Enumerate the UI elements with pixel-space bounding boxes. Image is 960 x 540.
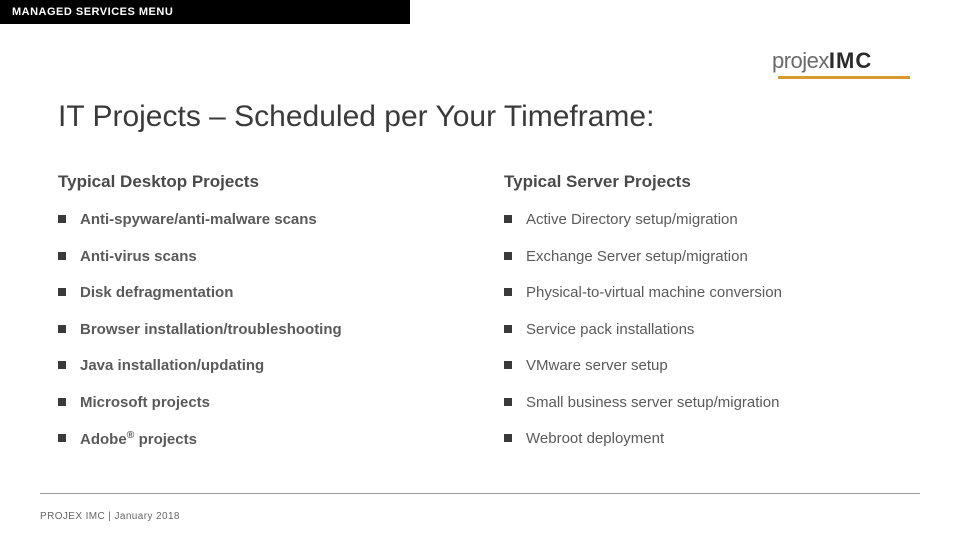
menu-label: MANAGED SERVICES MENU [12,6,173,18]
logo: projexIMC [772,48,910,79]
column-desktop: Typical Desktop Projects Anti-spyware/an… [58,172,464,467]
list-item: Disk defragmentation [58,283,464,303]
list-item: Service pack installations [504,320,910,340]
list-item: Exchange Server setup/migration [504,247,910,267]
list-item: Active Directory setup/migration [504,210,910,230]
list-item: Anti-virus scans [58,247,464,267]
list-item: Adobe® projects [58,429,464,450]
logo-part1: projex [772,48,829,73]
logo-part2: IMC [829,48,872,73]
list-item: Microsoft projects [58,393,464,413]
menu-bar: MANAGED SERVICES MENU [0,0,410,24]
column-server-heading: Typical Server Projects [504,172,910,192]
list-item: Browser installation/troubleshooting [58,320,464,340]
column-desktop-heading: Typical Desktop Projects [58,172,464,192]
desktop-list: Anti-spyware/anti-malware scans Anti-vir… [58,210,464,450]
logo-accent [778,76,910,79]
list-item: VMware server setup [504,356,910,376]
list-item: Webroot deployment [504,429,910,449]
list-item: Anti-spyware/anti-malware scans [58,210,464,230]
page-title: IT Projects – Scheduled per Your Timefra… [58,100,654,134]
server-list: Active Directory setup/migration Exchang… [504,210,910,449]
column-server: Typical Server Projects Active Directory… [504,172,910,467]
list-item: Small business server setup/migration [504,393,910,413]
footer-divider [40,493,920,494]
list-item: Java installation/updating [58,356,464,376]
list-item: Physical-to-virtual machine conversion [504,283,910,303]
content-columns: Typical Desktop Projects Anti-spyware/an… [58,172,910,467]
footer-text: PROJEX IMC | January 2018 [40,511,180,522]
